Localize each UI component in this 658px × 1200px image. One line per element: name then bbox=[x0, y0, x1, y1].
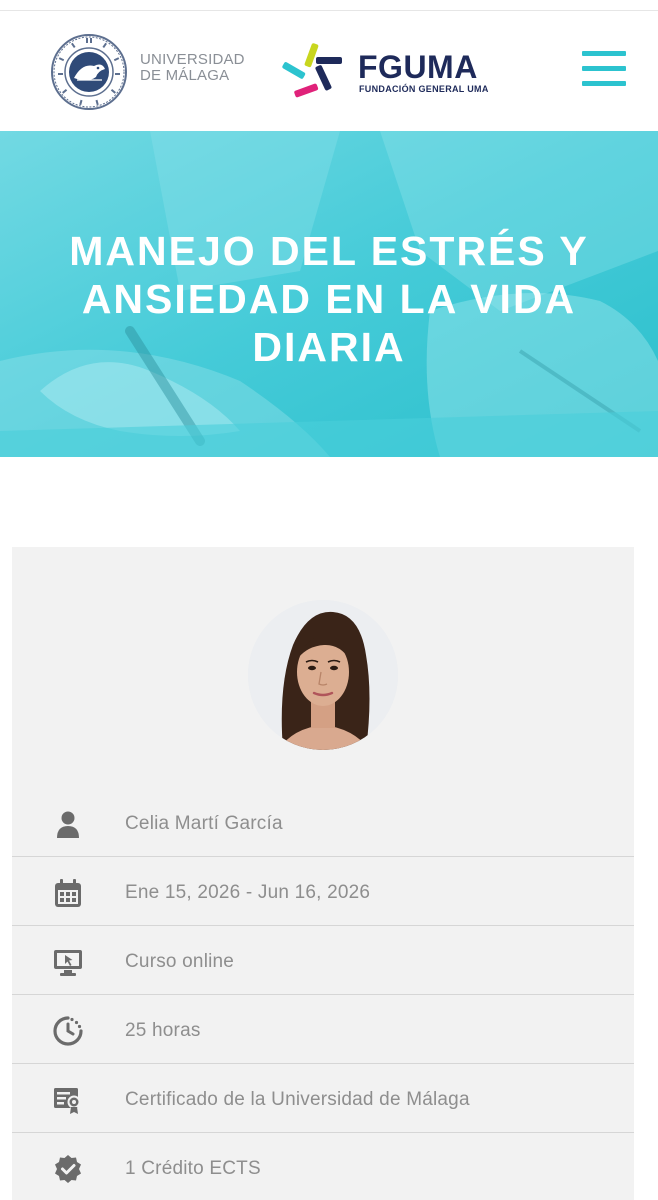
badge-check-icon bbox=[55, 1155, 81, 1183]
course-info-card: Celia Martí García Ene 15, 2026 - Jun 16… bbox=[12, 547, 634, 1200]
info-row-dates: Ene 15, 2026 - Jun 16, 2026 bbox=[12, 857, 634, 926]
user-icon bbox=[57, 811, 79, 838]
course-duration: 25 horas bbox=[125, 1020, 201, 1041]
calendar-icon bbox=[55, 879, 81, 907]
monitor-icon bbox=[54, 950, 82, 976]
info-row-credits: 1 Crédito ECTS bbox=[12, 1133, 634, 1200]
fguma-logo-mark[interactable] bbox=[280, 37, 350, 107]
info-row-instructor: Celia Martí García bbox=[12, 788, 634, 857]
site-header: UNIVERSIDAD DE MÁLAGA FGUMA FUNDACIÓN GE… bbox=[0, 11, 658, 131]
university-name-line-1: UNIVERSIDAD bbox=[140, 51, 245, 68]
course-modality: Curso online bbox=[125, 951, 235, 972]
menu-bar-bottom bbox=[582, 81, 626, 86]
course-certificate: Certificado de la Universidad de Málaga bbox=[125, 1089, 470, 1110]
course-dates: Ene 15, 2026 - Jun 16, 2026 bbox=[125, 882, 371, 903]
info-row-certificate: Certificado de la Universidad de Málaga bbox=[12, 1064, 634, 1133]
menu-bar-middle bbox=[582, 66, 626, 71]
menu-bar-top bbox=[582, 51, 626, 56]
certificate-icon bbox=[54, 1088, 81, 1114]
info-row-modality: Curso online bbox=[12, 926, 634, 995]
clock-icon bbox=[53, 1016, 83, 1046]
instructor-name: Celia Martí García bbox=[125, 813, 283, 834]
instructor-avatar bbox=[248, 600, 398, 750]
fguma-subtitle: FUNDACIÓN GENERAL UMA bbox=[359, 84, 489, 94]
course-hero-banner: MANEJO DEL ESTRÉS Y ANSIEDAD EN LA VIDA … bbox=[0, 131, 658, 457]
instructor-photo bbox=[248, 600, 398, 750]
university-name: UNIVERSIDAD DE MÁLAGA bbox=[140, 52, 245, 84]
course-credits: 1 Crédito ECTS bbox=[125, 1158, 261, 1179]
course-title: MANEJO DEL ESTRÉS Y ANSIEDAD EN LA VIDA … bbox=[69, 228, 589, 370]
hamburger-menu-icon[interactable] bbox=[580, 51, 628, 89]
info-row-duration: 25 horas bbox=[12, 995, 634, 1064]
university-seal-logo[interactable] bbox=[50, 33, 128, 111]
fguma-wordmark: FGUMA bbox=[358, 49, 478, 85]
university-name-line-2: DE MÁLAGA bbox=[140, 67, 230, 84]
